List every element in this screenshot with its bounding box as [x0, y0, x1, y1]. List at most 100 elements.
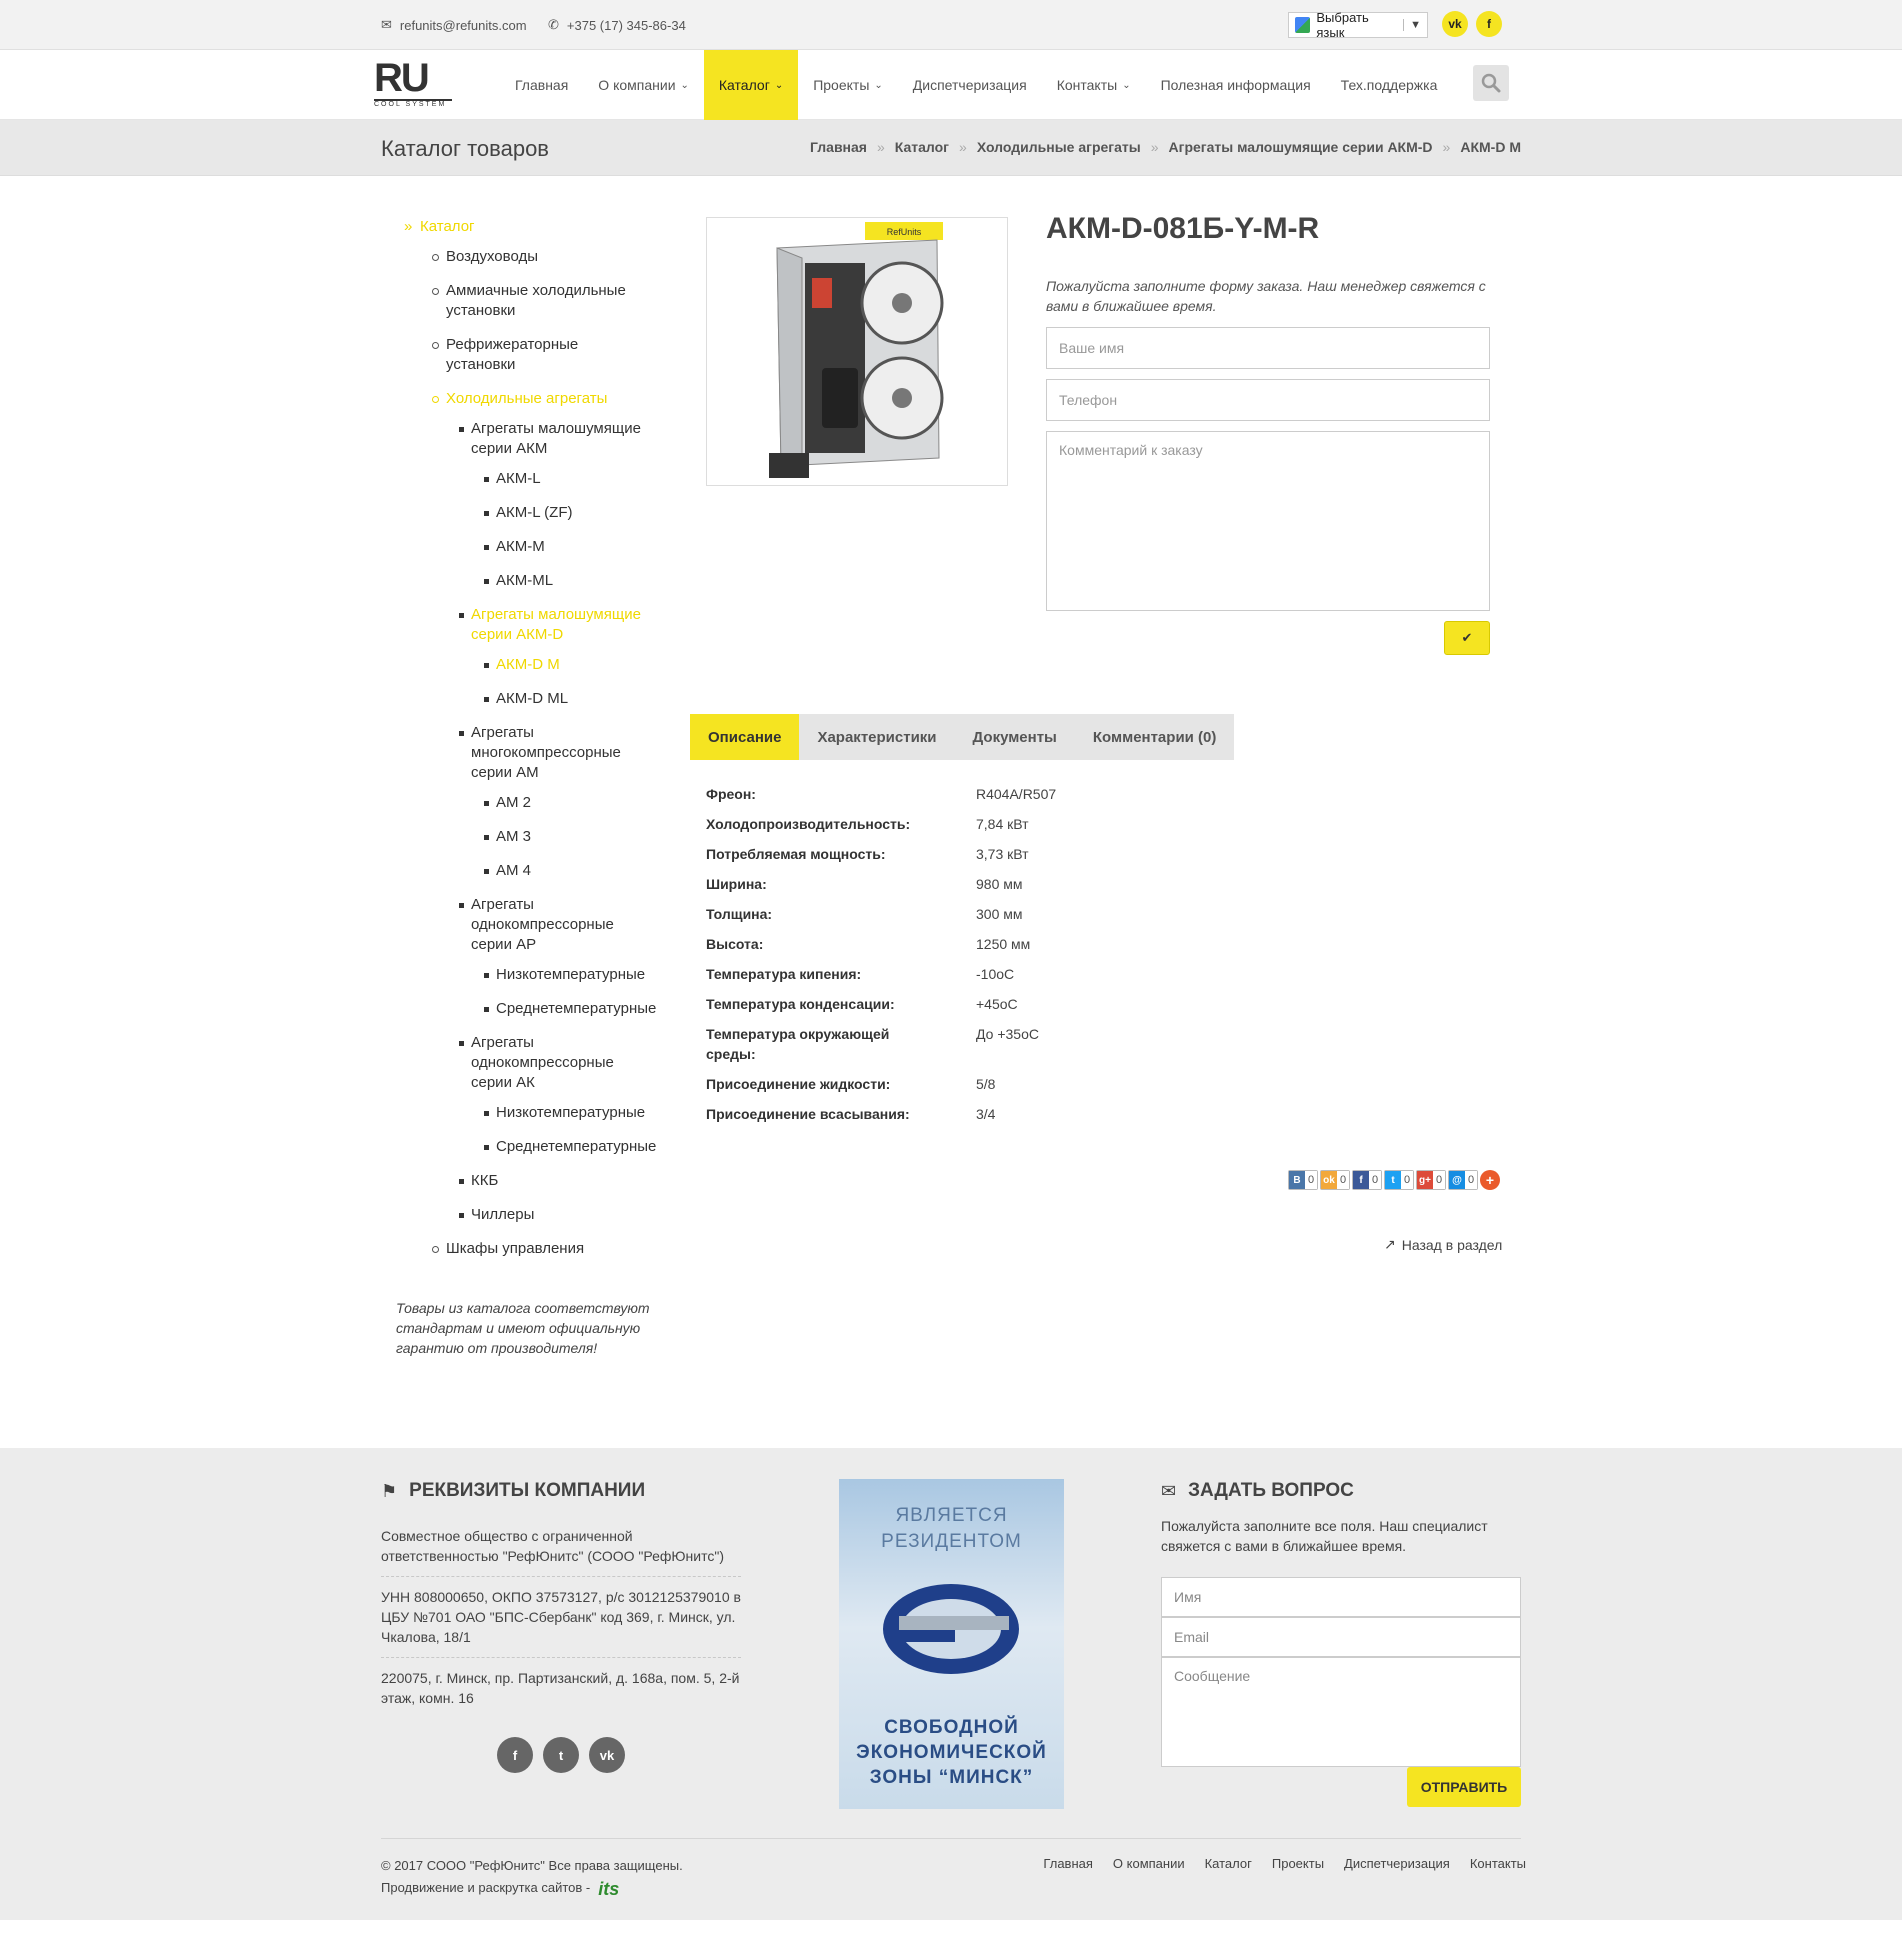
spec-value: R404A/R507	[976, 786, 1057, 802]
footer-twitter-icon[interactable]: t	[543, 1737, 579, 1773]
chevron-down-icon: ⌄	[874, 79, 883, 91]
nav-item-useful-info[interactable]: Полезная информация	[1146, 50, 1326, 120]
company-logo[interactable]: RU COOL SYSTEM	[374, 58, 454, 108]
footer-link-dispatching[interactable]: Диспетчеризация	[1344, 1856, 1450, 1871]
nav-item-projects[interactable]: Проекты ⌄	[798, 50, 898, 120]
nav-item-catalog[interactable]: Каталог ⌄	[703, 50, 799, 120]
footer-facebook-icon[interactable]: f	[497, 1737, 533, 1773]
search-button[interactable]	[1473, 65, 1509, 101]
order-name-input[interactable]: Ваше имя	[1046, 327, 1490, 369]
breadcrumb-catalog[interactable]: Каталог	[895, 139, 949, 155]
sidebar-item-air-ducts[interactable]: Воздуховоды	[432, 247, 538, 267]
facebook-icon[interactable]: f	[1476, 11, 1502, 37]
sidebar-item-ar-low-temp[interactable]: Низкотемпературные	[483, 965, 645, 985]
fez-minsk-banner[interactable]: ЯВЛЯЕТСЯ РЕЗИДЕНТОМ СВОБОДНОЙ ЭКОНОМИЧЕС…	[839, 1479, 1064, 1809]
share-vk[interactable]: В0	[1288, 1170, 1318, 1190]
sidebar-item-ak-series[interactable]: Агрегаты однокомпрессорные серии АК	[459, 1033, 641, 1093]
spec-key: Температура окружающей среды:	[706, 1026, 890, 1062]
sidebar-item-akm-ml[interactable]: АКМ-ML	[483, 571, 553, 591]
fez-logo-icon	[883, 1584, 1019, 1674]
product-title: АКМ-D-081Б-Y-M-R	[1046, 212, 1320, 245]
sidebar-item-chillers[interactable]: Чиллеры	[458, 1205, 534, 1225]
nav-item-about[interactable]: О компании ⌄	[583, 50, 704, 120]
language-select[interactable]: Выбрать язык ▼	[1288, 10, 1428, 40]
sidebar-item-akm-series[interactable]: Агрегаты малошумящие серии АКМ	[459, 419, 651, 459]
nav-item-home[interactable]: Главная	[500, 50, 583, 120]
sidebar-item-kkb[interactable]: ККБ	[458, 1171, 498, 1191]
footer-link-projects[interactable]: Проекты	[1272, 1856, 1324, 1871]
footer-name-input[interactable]: Имя	[1161, 1577, 1521, 1617]
footer-link-about[interactable]: О компании	[1113, 1856, 1185, 1871]
sidebar-item-akm-d-m[interactable]: АКМ-D M	[484, 655, 560, 675]
sidebar-item-am-series[interactable]: Агрегаты многокомпрессорные серии АМ	[459, 723, 641, 783]
share-twitter[interactable]: t0	[1384, 1170, 1414, 1190]
order-comment-textarea[interactable]: Комментарий к заказу	[1046, 431, 1490, 611]
sidebar-item-akm-l[interactable]: АКМ-L	[484, 469, 541, 489]
sidebar-item-ar-medium-temp[interactable]: Среднетемпературные	[483, 999, 656, 1019]
order-phone-input[interactable]: Телефон	[1046, 379, 1490, 421]
breadcrumb-separator-icon: »	[876, 139, 885, 155]
back-to-section-link[interactable]: ↗ Назад в раздел	[1384, 1236, 1502, 1253]
nav-item-support[interactable]: Тех.поддержка	[1326, 50, 1453, 120]
order-submit-button[interactable]: ✔	[1444, 621, 1490, 655]
share-count: 0	[1305, 1171, 1317, 1189]
external-link-icon: ↗	[1384, 1236, 1396, 1252]
sidebar-item-am-4[interactable]: АМ 4	[483, 861, 531, 881]
banner-line: ЯВЛЯЕТСЯ	[895, 1505, 1008, 1526]
footer-link-catalog[interactable]: Каталог	[1205, 1856, 1252, 1871]
sidebar-item-akm-d-series[interactable]: Агрегаты малошумящие серии АКМ-D	[459, 605, 651, 645]
dropdown-arrow-icon: ▼	[1403, 19, 1427, 31]
company-address: 220075, г. Минск, пр. Партизанский, д. 1…	[381, 1670, 740, 1706]
footer-vk-icon[interactable]: vk	[589, 1737, 625, 1773]
sidebar-item-akm-m[interactable]: АКМ-M	[484, 537, 545, 557]
nav-item-contacts[interactable]: Контакты ⌄	[1042, 50, 1146, 120]
its-logo[interactable]: its	[598, 1878, 619, 1900]
footer-link-home[interactable]: Главная	[1043, 1856, 1092, 1871]
sidebar-item-refrigeration-units[interactable]: Холодильные агрегаты	[431, 389, 607, 409]
top-bar: ✉ refunits@refunits.com ✆ +375 (17) 345-…	[0, 0, 1902, 50]
vk-icon[interactable]: vk	[1442, 11, 1468, 37]
breadcrumb-separator-icon: »	[1150, 139, 1159, 155]
email-contact[interactable]: ✉ refunits@refunits.com	[381, 17, 527, 33]
sidebar-item-ak-medium-temp[interactable]: Среднетемпературные	[483, 1137, 656, 1157]
sidebar-item-ar-series[interactable]: Агрегаты однокомпрессорные серии АР	[459, 895, 641, 955]
phone-contact[interactable]: ✆ +375 (17) 345-86-34	[548, 17, 686, 33]
breadcrumb-separator-icon: »	[959, 139, 967, 155]
promo-text: Продвижение и раскрутка сайтов -	[381, 1880, 591, 1895]
sidebar-item-ak-low-temp[interactable]: Низкотемпературные	[483, 1103, 645, 1123]
vk-icon: В	[1289, 1171, 1305, 1189]
sidebar-item-control-cabinets[interactable]: Шкафы управления	[431, 1239, 584, 1259]
spec-value: 3,73 кВт	[976, 846, 1029, 862]
share-facebook[interactable]: f0	[1352, 1170, 1382, 1190]
breadcrumb-refrigeration-units[interactable]: Холодильные агрегаты	[977, 139, 1141, 155]
footer-message-textarea[interactable]: Сообщение	[1161, 1657, 1521, 1767]
share-mail[interactable]: @0	[1448, 1170, 1478, 1190]
share-count: 0	[1337, 1171, 1349, 1189]
tab-comments[interactable]: Комментарии (0)	[1075, 714, 1235, 760]
sidebar-item-catalog[interactable]: Каталог	[404, 217, 474, 237]
sidebar-item-am-2[interactable]: АМ 2	[483, 793, 531, 813]
sidebar-item-am-3[interactable]: АМ 3	[483, 827, 531, 847]
footer-link-contacts[interactable]: Контакты	[1470, 1856, 1526, 1871]
nav-item-dispatching[interactable]: Диспетчеризация	[898, 50, 1042, 120]
tab-documents[interactable]: Документы	[955, 714, 1075, 760]
tab-characteristics[interactable]: Характеристики	[799, 714, 954, 760]
send-button[interactable]: ОТПРАВИТЬ	[1407, 1767, 1521, 1807]
page-title: Каталог товаров	[381, 136, 549, 161]
tab-description[interactable]: Описание	[690, 714, 800, 760]
phone-text: +375 (17) 345-86-34	[566, 17, 686, 33]
share-google-plus[interactable]: g+ 0	[1416, 1170, 1446, 1190]
spec-key: Температура конденсации:	[706, 996, 895, 1012]
email-text: refunits@refunits.com	[399, 17, 527, 33]
breadcrumb-home[interactable]: Главная	[810, 139, 867, 155]
share-ok[interactable]: ok 0	[1320, 1170, 1350, 1190]
share-more-plus-icon[interactable]: +	[1480, 1170, 1500, 1190]
sidebar-item-ammonia[interactable]: Аммиачные холодильные установки	[432, 281, 646, 321]
breadcrumb-akm-d-series[interactable]: Агрегаты малошумящие серии АКМ-D	[1169, 139, 1433, 155]
spec-key: Фреон:	[706, 786, 756, 802]
footer-email-input[interactable]: Email	[1161, 1617, 1521, 1657]
product-image[interactable]: RefUnits	[706, 217, 1008, 486]
sidebar-item-akm-l-zf[interactable]: АКМ-L (ZF)	[484, 503, 573, 523]
sidebar-item-akm-d-ml[interactable]: АКМ-D ML	[483, 689, 568, 709]
sidebar-item-refrigerator-units[interactable]: Рефрижераторные установки	[432, 335, 606, 375]
